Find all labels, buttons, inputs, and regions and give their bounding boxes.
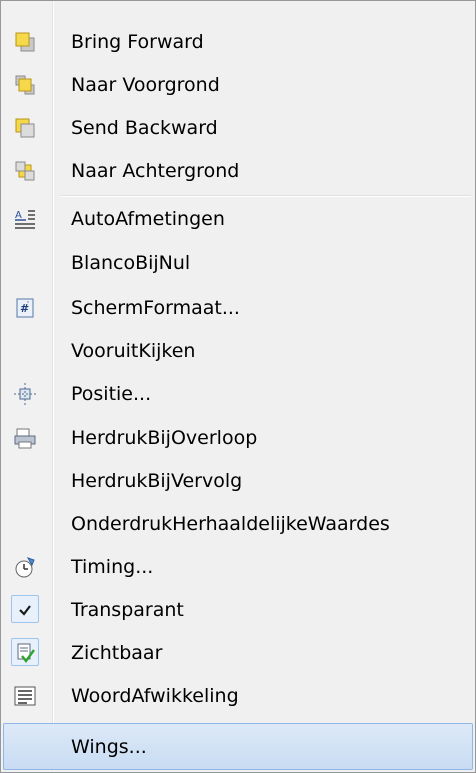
menu-item-label: AutoAfmetingen xyxy=(71,208,225,230)
menu-item-label: Zichtbaar xyxy=(71,642,163,664)
menu-item-autoafmetingen[interactable]: A AutoAfmetingen xyxy=(3,199,473,239)
send-to-back-icon xyxy=(15,161,35,181)
menu-item-onderdrukherhaaldelijkewaardes[interactable]: OnderdrukHerhaaldelijkeWaardes xyxy=(3,504,473,544)
menu-item-label: HerdrukBijOverloop xyxy=(71,427,258,449)
auto-size-icon: A xyxy=(15,210,35,229)
word-wrap-icon xyxy=(14,686,36,706)
menu-item-label: Positie... xyxy=(71,383,152,405)
bring-forward-icon xyxy=(15,32,35,52)
menu-item-naar-achtergrond[interactable]: Naar Achtergrond xyxy=(3,151,473,191)
menu-item-label: Bring Forward xyxy=(71,31,204,53)
menu-item-label: BlancoBijNul xyxy=(71,252,191,274)
menu-item-label: Transparant xyxy=(71,599,184,621)
menu-item-label: VooruitKijken xyxy=(71,340,196,362)
menu-item-label: SchermFormaat... xyxy=(71,297,240,319)
menu-item-naar-voorgrond[interactable]: Naar Voorgrond xyxy=(3,65,473,105)
timing-icon xyxy=(15,557,35,578)
menu-item-vooruitkijken[interactable]: VooruitKijken xyxy=(3,331,473,371)
menu-item-label: HerdrukBijVervolg xyxy=(71,470,243,492)
checkmark-icon xyxy=(19,605,31,616)
menu-item-label: Naar Achtergrond xyxy=(71,160,240,182)
menu-item-label: OnderdrukHerhaaldelijkeWaardes xyxy=(71,513,390,535)
position-icon xyxy=(14,383,36,405)
menu-item-zichtbaar[interactable]: Zichtbaar xyxy=(3,633,473,673)
menu-item-woordafwikkeling[interactable]: WoordAfwikkeling xyxy=(3,676,473,716)
menu-item-label: Send Backward xyxy=(71,117,218,139)
bring-to-front-icon xyxy=(15,75,35,95)
context-menu: Bring Forward Naar Voorgrond Send Backwa… xyxy=(0,0,476,773)
send-backward-icon xyxy=(15,118,35,138)
menu-item-label: Timing... xyxy=(71,556,154,578)
menu-item-send-backward[interactable]: Send Backward xyxy=(3,108,473,148)
reprint-icon xyxy=(14,428,36,449)
menu-item-schermformaat[interactable]: # ' SchermFormaat... xyxy=(3,288,473,328)
menu-item-label: WoordAfwikkeling xyxy=(71,685,239,707)
menu-separator xyxy=(61,195,471,197)
menu-item-positie[interactable]: Positie... xyxy=(3,374,473,414)
menu-item-label: Wings... xyxy=(71,736,147,758)
menu-item-herdrukbijoverloop[interactable]: HerdrukBijOverloop xyxy=(3,418,473,458)
svg-text:': ' xyxy=(27,300,29,308)
menu-item-bring-forward[interactable]: Bring Forward xyxy=(3,22,473,62)
visible-icon xyxy=(17,643,35,663)
display-format-icon: # ' xyxy=(16,298,34,318)
menu-item-herdrukbijvervolg[interactable]: HerdrukBijVervolg xyxy=(3,461,473,501)
menu-item-label: Naar Voorgrond xyxy=(71,74,220,96)
menu-item-blancobijnul[interactable]: BlancoBijNul xyxy=(3,243,473,283)
menu-item-transparant[interactable]: Transparant xyxy=(3,590,473,630)
menu-item-timing[interactable]: Timing... xyxy=(3,547,473,587)
menu-item-wings[interactable]: Wings... xyxy=(3,727,473,767)
